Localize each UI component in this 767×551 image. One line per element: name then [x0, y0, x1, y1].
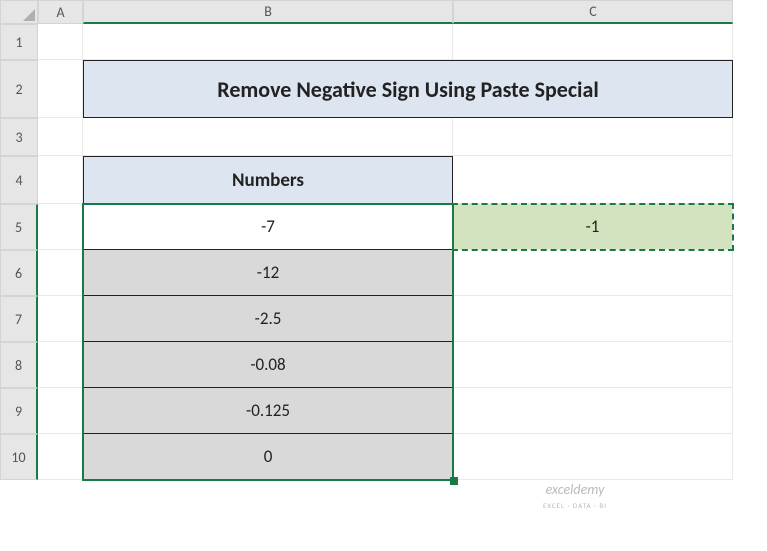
row-header-7[interactable]: 7	[0, 296, 38, 342]
cell-A6[interactable]	[38, 250, 83, 296]
cell-B7[interactable]: -2.5	[83, 296, 453, 342]
col-header-B[interactable]: B	[83, 0, 453, 24]
cell-C7[interactable]	[453, 296, 733, 342]
row-header-5[interactable]: 5	[0, 204, 38, 250]
row-header-4[interactable]: 4	[0, 156, 38, 204]
watermark-text: exceldemy	[546, 481, 605, 498]
cell-C1[interactable]	[453, 24, 733, 60]
cell-C6[interactable]	[453, 250, 733, 296]
cell-C5[interactable]: -1	[453, 204, 733, 250]
cell-B1[interactable]	[83, 24, 453, 60]
cell-B5[interactable]: -7	[83, 204, 453, 250]
selection-fill-handle[interactable]	[450, 477, 458, 485]
cell-A2[interactable]	[38, 60, 83, 118]
cell-A10[interactable]	[38, 434, 83, 480]
cell-A5[interactable]	[38, 204, 83, 250]
title-cell[interactable]: Remove Negative Sign Using Paste Special	[83, 60, 733, 118]
watermark: exceldemy EXCEL · DATA · BI	[543, 483, 607, 511]
watermark-sub: EXCEL · DATA · BI	[543, 501, 607, 510]
row-header-10[interactable]: 10	[0, 434, 38, 480]
col-header-C[interactable]: C	[453, 0, 733, 24]
cell-B8[interactable]: -0.08	[83, 342, 453, 388]
cell-A4[interactable]	[38, 156, 83, 204]
cell-A1[interactable]	[38, 24, 83, 60]
row-header-9[interactable]: 9	[0, 388, 38, 434]
cell-A3[interactable]	[38, 118, 83, 156]
cell-B6[interactable]: -12	[83, 250, 453, 296]
row-header-1[interactable]: 1	[0, 24, 38, 60]
cell-B9[interactable]: -0.125	[83, 388, 453, 434]
spreadsheet-grid: A B C 1 2 Remove Negative Sign Using Pas…	[0, 0, 767, 480]
select-all-corner[interactable]	[0, 0, 38, 24]
col-header-A[interactable]: A	[38, 0, 83, 24]
cell-C4[interactable]	[453, 156, 733, 204]
row-header-8[interactable]: 8	[0, 342, 38, 388]
row-header-2[interactable]: 2	[0, 60, 38, 118]
cell-C8[interactable]	[453, 342, 733, 388]
cell-B3[interactable]	[83, 118, 453, 156]
cell-C9[interactable]	[453, 388, 733, 434]
cell-C3[interactable]	[453, 118, 733, 156]
row-header-3[interactable]: 3	[0, 118, 38, 156]
cell-A8[interactable]	[38, 342, 83, 388]
numbers-header[interactable]: Numbers	[83, 156, 453, 204]
cell-A7[interactable]	[38, 296, 83, 342]
cell-B10[interactable]: 0	[83, 434, 453, 480]
cell-A9[interactable]	[38, 388, 83, 434]
cell-C10[interactable]	[453, 434, 733, 480]
row-header-6[interactable]: 6	[0, 250, 38, 296]
